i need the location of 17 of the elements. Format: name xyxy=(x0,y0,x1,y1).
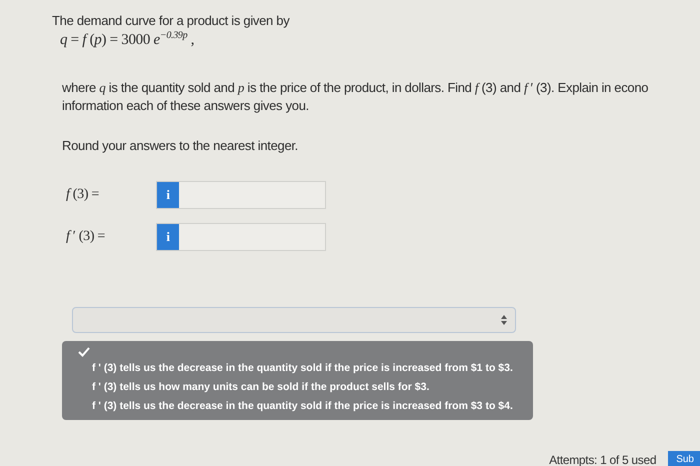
answer-field[interactable]: i xyxy=(156,223,326,251)
info-badge[interactable]: i xyxy=(157,224,179,250)
question-intro: The demand curve for a product is given by xyxy=(52,12,291,30)
demand-equation: q = f (p) = 3000 e$^{−0.39p}$ , xyxy=(60,32,194,48)
answer-label: f (3) = xyxy=(66,187,100,202)
submit-button[interactable]: Sub xyxy=(668,451,700,466)
info-badge[interactable]: i xyxy=(157,182,179,208)
answer-label: f ′ (3) = xyxy=(66,229,105,244)
dropdown-option[interactable]: f ' (3) tells us how many units can be sold if the product sells for $3. xyxy=(78,380,513,395)
question-text: where q is the quantity sold and p is the price of the product, in dollars. Find f (3) and f ′ (3). Explain in econo xyxy=(62,80,648,95)
answer-field[interactable]: i xyxy=(156,181,326,209)
instruction-text: Round your answers to the nearest integer. xyxy=(62,138,298,153)
dropdown-option[interactable]: f ' (3) tells us the decrease in the quantity sold if the price is increased from $1 to $3. xyxy=(78,361,513,376)
question-text: information each of these answers gives you. xyxy=(62,98,309,113)
dropdown-option[interactable]: f ' (3) tells us the decrease in the quantity sold if the price is increased from $3 to $4. xyxy=(78,399,513,414)
updown-caret-icon xyxy=(501,315,507,325)
dropdown-select[interactable] xyxy=(72,307,516,333)
